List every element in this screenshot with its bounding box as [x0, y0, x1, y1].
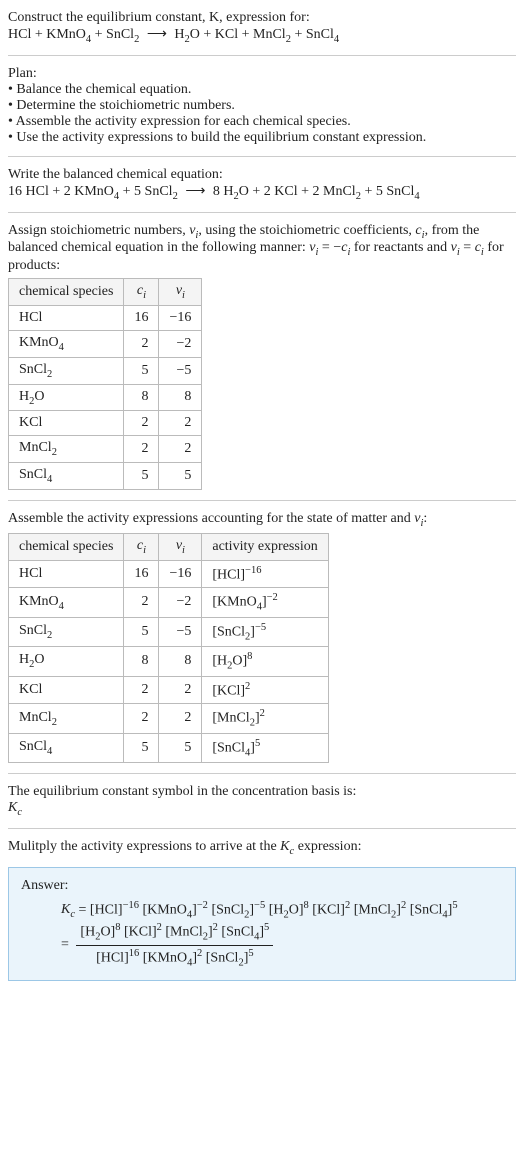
table-row: SnCl455: [9, 463, 202, 490]
table-row: SnCl25−5: [9, 357, 202, 384]
table-row: KCl22[KCl]2: [9, 676, 329, 704]
table-row: HCl16−16: [9, 305, 202, 330]
table-row: KCl22: [9, 411, 202, 436]
kc-symbol-block: The equilibrium constant symbol in the c…: [8, 778, 516, 824]
divider: [8, 828, 516, 829]
stoich-table: chemical species ci νi HCl16−16 KMnO42−2…: [8, 278, 202, 490]
stoich-block: Assign stoichiometric numbers, νi, using…: [8, 217, 516, 496]
balanced-heading: Write the balanced chemical equation:: [8, 167, 516, 183]
balanced-equation: 16 HCl + 2 KMnO4 + 5 SnCl2 ⟶ 8 H2O + 2 K…: [8, 183, 516, 202]
table-row: KMnO42−2[KMnO4]−2: [9, 588, 329, 617]
table-row: H2O88[H2O]8: [9, 647, 329, 676]
col-species: chemical species: [9, 279, 124, 306]
activity-heading: Assemble the activity expressions accoun…: [8, 511, 516, 529]
answer-eq-prefix: =: [61, 937, 72, 952]
plan-heading: Plan:: [8, 66, 516, 82]
multiply-heading: Mulitply the activity expressions to arr…: [8, 839, 516, 857]
plan-item: • Assemble the activity expression for e…: [8, 114, 516, 130]
answer-box: Answer: Kc = [HCl]−16 [KMnO4]−2 [SnCl2]−…: [8, 867, 516, 981]
plan-item: • Use the activity expressions to build …: [8, 130, 516, 146]
table-header-row: chemical species ci νi activity expressi…: [9, 533, 329, 560]
intro-block: Construct the equilibrium constant, K, e…: [8, 4, 516, 51]
divider: [8, 212, 516, 213]
multiply-block: Mulitply the activity expressions to arr…: [8, 833, 516, 863]
activity-block: Assemble the activity expressions accoun…: [8, 505, 516, 769]
table-row: HCl16−16[HCl]−16: [9, 560, 329, 588]
col-ci: ci: [124, 279, 159, 306]
divider: [8, 500, 516, 501]
col-vi: νi: [159, 533, 202, 560]
col-activity: activity expression: [202, 533, 328, 560]
answer-label: Answer:: [21, 878, 503, 894]
table-row: MnCl222[MnCl2]2: [9, 704, 329, 733]
answer-fraction: [H2O]8 [KCl]2 [MnCl2]2 [SnCl4]5 [HCl]16 …: [76, 922, 273, 968]
col-vi: νi: [159, 279, 202, 306]
divider: [8, 55, 516, 56]
table-row: MnCl222: [9, 436, 202, 463]
plan-block: Plan: • Balance the chemical equation. •…: [8, 60, 516, 152]
fraction-denominator: [HCl]16 [KMnO4]2 [SnCl2]5: [76, 946, 273, 968]
kc-symbol: Kc: [8, 800, 516, 818]
stoich-heading: Assign stoichiometric numbers, νi, using…: [8, 223, 516, 275]
plan-item: • Determine the stoichiometric numbers.: [8, 98, 516, 114]
table-row: H2O88: [9, 384, 202, 411]
table-row: SnCl25−5[SnCl2]−5: [9, 617, 329, 646]
divider: [8, 773, 516, 774]
table-row: KMnO42−2: [9, 330, 202, 357]
answer-line1: Kc = [HCl]−16 [KMnO4]−2 [SnCl2]−5 [H2O]8…: [61, 900, 503, 920]
fraction-numerator: [H2O]8 [KCl]2 [MnCl2]2 [SnCl4]5: [76, 922, 273, 945]
intro-equation: HCl + KMnO4 + SnCl2 ⟶ H2O + KCl + MnCl2 …: [8, 26, 516, 45]
answer-line2: = [H2O]8 [KCl]2 [MnCl2]2 [SnCl4]5 [HCl]1…: [61, 922, 503, 968]
table-row: SnCl455[SnCl4]5: [9, 733, 329, 762]
col-ci: ci: [124, 533, 159, 560]
activity-table: chemical species ci νi activity expressi…: [8, 533, 329, 763]
col-species: chemical species: [9, 533, 124, 560]
plan-item: • Balance the chemical equation.: [8, 82, 516, 98]
balanced-block: Write the balanced chemical equation: 16…: [8, 161, 516, 208]
divider: [8, 156, 516, 157]
intro-line: Construct the equilibrium constant, K, e…: [8, 10, 516, 26]
table-header-row: chemical species ci νi: [9, 279, 202, 306]
kc-text: The equilibrium constant symbol in the c…: [8, 784, 516, 800]
